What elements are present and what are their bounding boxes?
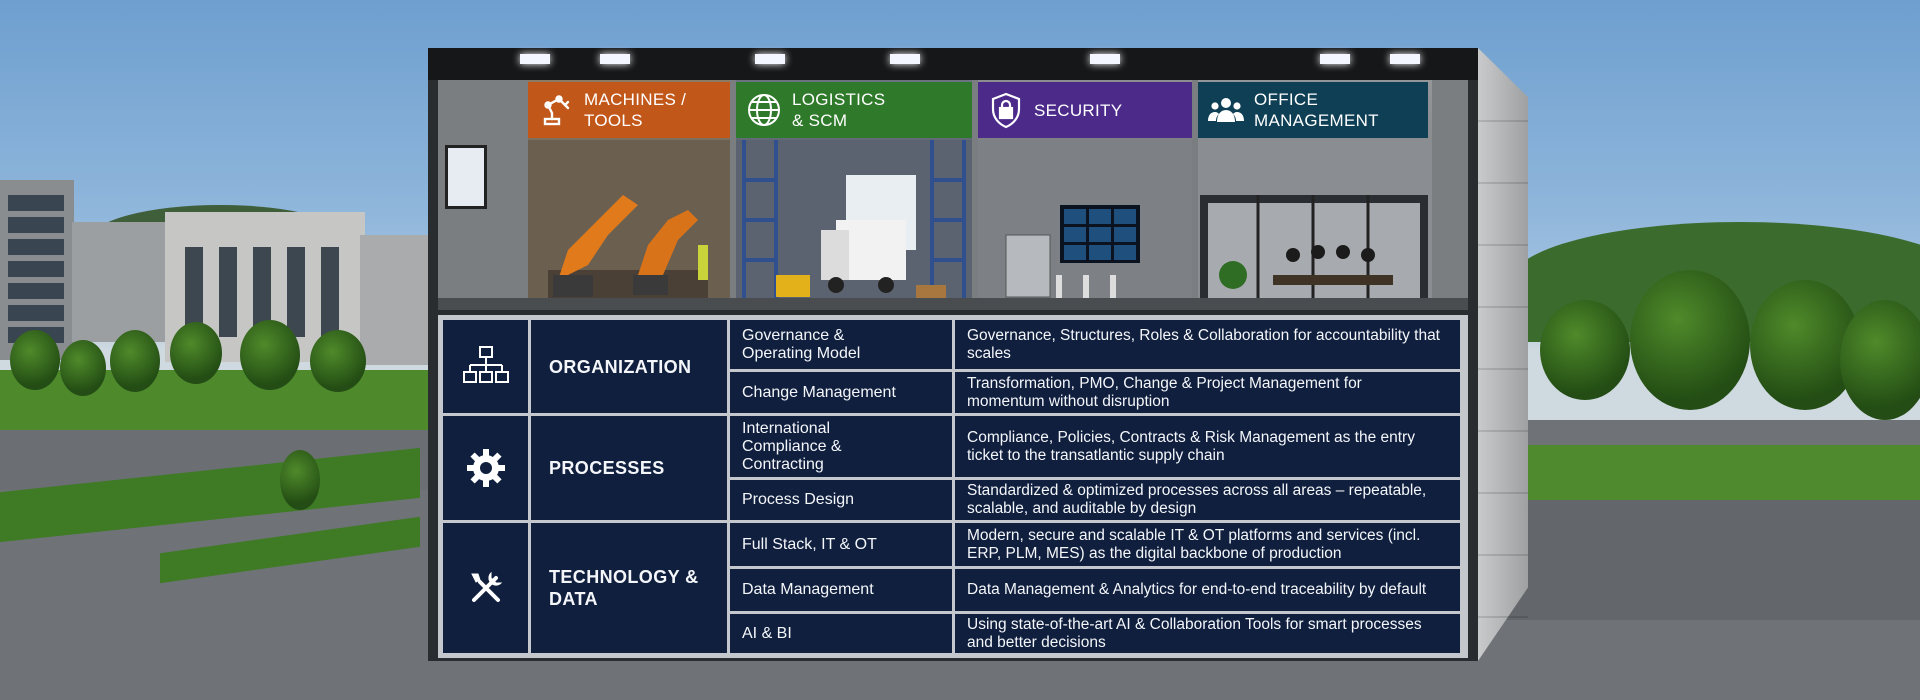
gear-icon — [443, 416, 528, 520]
description-change-management: Transformation, PMO, Change & Project Ma… — [955, 372, 1460, 413]
category-logistics-scm: LOGISTICS & SCM — [736, 82, 972, 138]
description-data-management: Data Management & Analytics for end-to-e… — [955, 569, 1460, 611]
building-side-panels — [1478, 60, 1528, 620]
tree — [110, 330, 160, 392]
roof — [428, 48, 1478, 80]
tree — [1540, 300, 1630, 400]
category-label: SECURITY — [1034, 100, 1123, 120]
ceiling-light — [1090, 54, 1120, 64]
org-chart-icon — [443, 320, 528, 413]
description-process-design: Standardized & optimized processes acros… — [955, 480, 1460, 520]
tree — [10, 330, 60, 390]
topic-governance: Governance & Operating Model — [730, 320, 952, 369]
topic-process-design: Process Design — [730, 480, 952, 520]
tree — [240, 320, 300, 390]
tree — [310, 330, 366, 392]
category-label: LOGISTICS & SCM — [792, 90, 886, 130]
category-label: OFFICE MANAGEMENT — [1254, 90, 1379, 130]
globe-icon — [736, 82, 792, 138]
category-label: MACHINES / TOOLS — [584, 90, 687, 130]
description-governance: Governance, Structures, Roles & Collabor… — [955, 320, 1460, 369]
floor-slab — [438, 298, 1468, 310]
building-left-4 — [360, 235, 430, 365]
tree — [280, 450, 320, 510]
description-ai-bi: Using state-of-the-art AI & Collaboratio… — [955, 614, 1460, 653]
topic-ai-bi: AI & BI — [730, 614, 952, 653]
category-security: SECURITY — [978, 82, 1192, 138]
ceiling-light — [600, 54, 630, 64]
ceiling-light — [1320, 54, 1350, 64]
ceiling-light — [890, 54, 920, 64]
team-icon — [1198, 82, 1254, 138]
pillar-organization: ORGANIZATION — [531, 320, 727, 413]
category-machines-tools: MACHINES / TOOLS — [528, 82, 730, 138]
topic-full-stack: Full Stack, IT & OT — [730, 523, 952, 566]
pillar-technology-data: TECHNOLOGY & DATA — [531, 523, 727, 653]
shield-lock-icon — [978, 82, 1034, 138]
topic-international-compliance: International Compliance & Contracting — [730, 416, 952, 477]
tools-icon — [443, 523, 528, 653]
ceiling-light — [1390, 54, 1420, 64]
topic-change-management: Change Management — [730, 372, 952, 413]
description-full-stack: Modern, secure and scalable IT & OT plat… — [955, 523, 1460, 566]
ceiling-light — [520, 54, 550, 64]
category-office-management: OFFICE MANAGEMENT — [1198, 82, 1428, 138]
tree — [1630, 270, 1750, 410]
tree — [60, 340, 106, 396]
tree — [170, 322, 222, 384]
topic-data-management: Data Management — [730, 569, 952, 611]
ceiling-light — [755, 54, 785, 64]
building-left-2 — [72, 222, 167, 342]
road-right — [1490, 500, 1920, 620]
tree — [1840, 300, 1920, 420]
robot-arm-icon — [528, 82, 584, 138]
description-international-compliance: Compliance, Policies, Contracts & Risk M… — [955, 416, 1460, 477]
pillar-processes: PROCESSES — [531, 416, 727, 520]
side-window — [445, 145, 487, 209]
